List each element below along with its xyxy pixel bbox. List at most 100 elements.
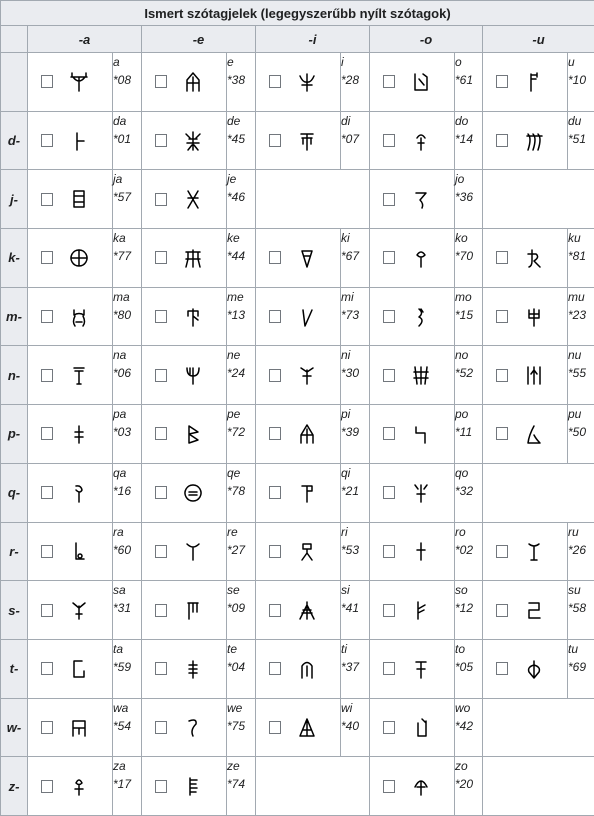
bennett-number: *75: [227, 718, 246, 733]
syllable-value: ku: [568, 231, 581, 246]
bennett-number: *30: [341, 366, 360, 381]
missing-glyph-box: [269, 603, 281, 617]
linear-b-pe-icon: [182, 423, 204, 445]
syllable-label-cell: pe *72: [226, 404, 256, 464]
syllable-label-cell: so *12: [454, 580, 483, 640]
syllable-row: j-ja *57 je *46 jo *36: [0, 169, 594, 230]
missing-glyph-box: [155, 779, 167, 793]
linear-b-za-icon: [68, 775, 90, 797]
linear-b-i-icon: [296, 71, 318, 93]
sign-cell: [255, 286, 341, 347]
syllable-label-cell: ra *60: [112, 521, 142, 582]
linear-b-e-icon: [182, 71, 204, 93]
sign-cell: [141, 756, 227, 816]
consonant-header: z-: [0, 756, 28, 816]
syllable-label-cell: ma *80: [112, 286, 142, 347]
missing-glyph-box: [269, 486, 281, 500]
sign-cell: [141, 286, 227, 347]
bennett-number: *58: [568, 601, 587, 616]
syllable-label-cell: po *11: [454, 404, 483, 464]
syllable-value: e: [227, 55, 234, 69]
linear-b-pa-icon: [68, 423, 90, 445]
missing-glyph-box: [269, 310, 281, 324]
syllable-label-cell: da *01: [112, 110, 142, 171]
syllable-value: wi: [341, 700, 353, 715]
bennett-number: *36: [455, 190, 474, 205]
syllable-value: o: [455, 55, 462, 69]
sign-cell: [27, 580, 113, 640]
syllable-value: da: [113, 113, 127, 128]
missing-glyph-box: [41, 134, 53, 148]
linear-b-we-icon: [182, 716, 204, 738]
sign-cell: [369, 697, 455, 758]
syllable-label-cell: ru *26: [567, 521, 594, 582]
sign-cell: [369, 52, 455, 112]
bennett-number: *41: [341, 601, 360, 616]
sign-cell: [141, 345, 227, 406]
linear-b-ja-icon: [68, 188, 90, 210]
sign-cell: [482, 521, 568, 582]
syllable-label-cell: do *14: [454, 110, 483, 171]
bennett-number: *59: [113, 659, 132, 674]
empty-cell: [482, 169, 594, 230]
sign-cell: [141, 580, 227, 640]
sign-cell: [369, 638, 455, 699]
consonant-header: p-: [0, 404, 28, 464]
missing-glyph-box: [41, 251, 53, 265]
sign-cell: [482, 404, 568, 464]
linear-b-si-icon: [296, 599, 318, 621]
syllable-value: re: [227, 524, 238, 539]
bennett-number: *61: [455, 73, 474, 87]
syllable-value: ko: [455, 231, 468, 246]
missing-glyph-box: [155, 544, 167, 558]
missing-glyph-box: [155, 486, 167, 500]
missing-glyph-box: [383, 720, 395, 734]
linear-b-mu-icon: [523, 306, 545, 328]
linear-b-nu-icon: [523, 364, 545, 386]
missing-glyph-box: [41, 720, 53, 734]
linear-b-ru-icon: [523, 540, 545, 562]
syllable-value: po: [455, 407, 469, 422]
bennett-number: *51: [568, 131, 587, 146]
table-caption: Ismert szótagjelek (legegyszerűbb nyílt …: [0, 0, 594, 26]
syllable-label-cell: wo *42: [454, 697, 483, 758]
syllable-label-cell: di *07: [340, 110, 370, 171]
sign-cell: [27, 404, 113, 464]
linear-b-pu-icon: [523, 423, 545, 445]
missing-glyph-box: [383, 603, 395, 617]
corner-header: [0, 25, 28, 53]
bennett-number: *44: [227, 249, 246, 264]
sign-cell: [255, 580, 341, 640]
syllable-label-cell: qo *32: [454, 462, 483, 523]
sign-cell: [482, 286, 568, 347]
sign-cell: [369, 580, 455, 640]
bennett-number: *02: [455, 542, 474, 557]
syllable-label-cell: ki *67: [340, 228, 370, 288]
sign-cell: [27, 169, 113, 230]
missing-glyph-box: [155, 75, 167, 89]
syllable-label-cell: ne *24: [226, 345, 256, 406]
bennett-number: *15: [455, 307, 474, 322]
missing-glyph-box: [496, 662, 508, 676]
bennett-number: *70: [455, 249, 474, 264]
bennett-number: *09: [227, 601, 246, 616]
bennett-number: *03: [113, 425, 132, 440]
sign-cell: [255, 345, 341, 406]
bennett-number: *16: [113, 483, 132, 498]
missing-glyph-box: [155, 192, 167, 206]
missing-glyph-box: [383, 251, 395, 265]
linear-b-di-icon: [296, 130, 318, 152]
missing-glyph-box: [155, 603, 167, 617]
missing-glyph-box: [269, 251, 281, 265]
syllable-value: no: [455, 348, 469, 363]
linear-b-ma-icon: [68, 306, 90, 328]
syllable-value: si: [341, 583, 350, 598]
linear-b-ri-icon: [296, 540, 318, 562]
syllable-label-cell: re *27: [226, 521, 256, 582]
syllable-label-cell: sa *31: [112, 580, 142, 640]
syllable-label-cell: e *38: [226, 52, 256, 112]
vowel-header-i: -i: [255, 25, 370, 53]
linear-b-ni-icon: [296, 364, 318, 386]
linear-b-no-icon: [410, 364, 432, 386]
syllable-value: ru: [568, 524, 579, 539]
